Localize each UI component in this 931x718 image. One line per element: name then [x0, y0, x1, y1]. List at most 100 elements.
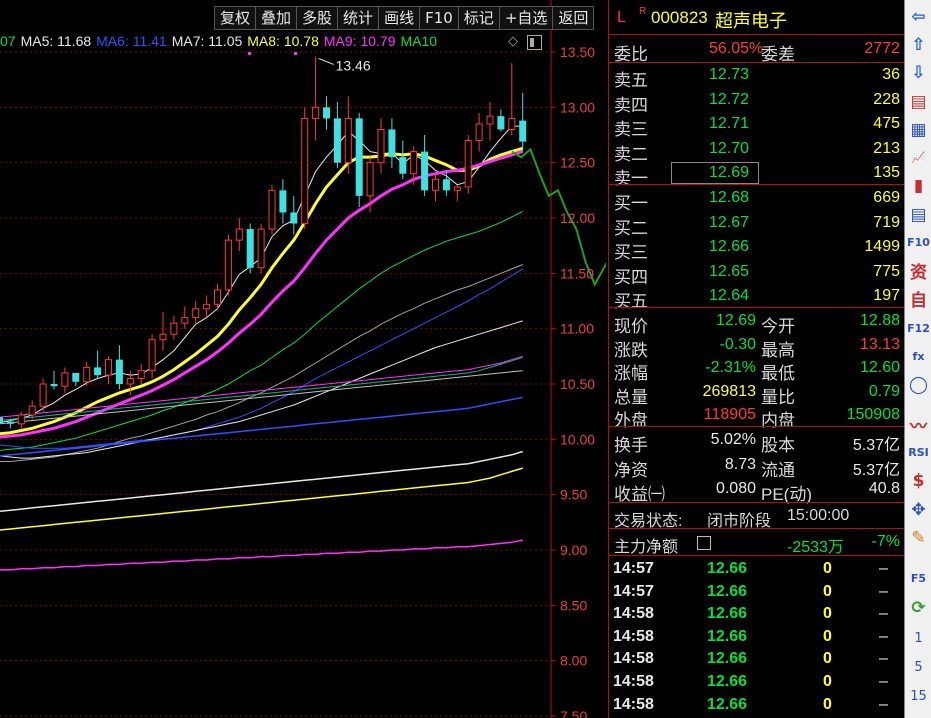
high-pointer: [318, 57, 334, 65]
circle-icon[interactable]: ◯: [908, 374, 929, 395]
tick-volume: 0: [823, 605, 832, 623]
main-force-list-icon[interactable]: [697, 536, 711, 550]
candle: [137, 364, 145, 384]
y-tick-label: 11.00: [560, 321, 594, 337]
candle-body: [192, 308, 200, 319]
toolbar-btn-8[interactable]: 返回: [553, 6, 595, 30]
f10-icon[interactable]: F10: [907, 232, 930, 253]
candle: [344, 96, 352, 174]
candle-body: [181, 317, 189, 324]
candle-body: [344, 117, 352, 164]
rsi-icon[interactable]: RSI: [908, 442, 929, 463]
bids-price: 12.65: [709, 262, 750, 280]
refresh-icon[interactable]: ⟳: [908, 597, 929, 618]
candle: [453, 184, 461, 202]
quote-row: 外盘 118905 内盘 150908: [609, 404, 904, 430]
quote-value: 118905: [703, 406, 756, 423]
self-select-icon[interactable]: 自: [908, 288, 929, 311]
high-annotation: 13.46: [248, 52, 371, 73]
panel-toggle-icon[interactable]: [527, 35, 542, 50]
kline-chart[interactable]: 13.50 13.00 12.50 12.00 11.50 11.00 10.50 10.00…: [0, 0, 606, 718]
toolbar-btn-6[interactable]: 标记: [458, 6, 500, 30]
grid-icon[interactable]: ▦: [908, 119, 929, 140]
tick-volume: 0: [823, 627, 832, 645]
stock-header: L R 000823 超声电子: [609, 0, 904, 34]
f12-icon[interactable]: F12: [907, 318, 930, 339]
asks-row[interactable]: 卖三 12.71 475: [609, 113, 904, 139]
tick-direction: –: [879, 560, 888, 577]
toolbar-btn-3[interactable]: 统计: [338, 6, 380, 30]
candle-body: [257, 228, 265, 269]
info-icon[interactable]: 资: [908, 260, 929, 283]
formula-icon[interactable]: fx: [908, 346, 929, 367]
quote-row: 涨幅 -2.31% 最低 12.60: [609, 357, 904, 383]
bids-label: 买三: [614, 243, 648, 262]
period-1[interactable]: 1: [908, 628, 929, 649]
candle-body: [17, 414, 25, 425]
bids-row[interactable]: 买五 12.64 197: [609, 285, 904, 311]
y-tick-label: 11.50: [560, 265, 594, 281]
bids-row[interactable]: 买二 12.67 719: [609, 212, 904, 238]
left-arrow-icon[interactable]: ⇦: [908, 6, 929, 27]
candle-body: [312, 106, 320, 119]
down-arrow-icon[interactable]: ⇩: [908, 62, 929, 83]
weibi-value: 56.05%: [709, 40, 764, 57]
y-tick-label: 12.50: [560, 155, 595, 171]
stock-code[interactable]: 000823: [651, 8, 708, 28]
wave-icon[interactable]: 〰: [908, 414, 929, 437]
bids-label: 买一: [614, 194, 648, 213]
tick-volume: 0: [823, 650, 832, 668]
quote-list-icon[interactable]: ▤: [908, 91, 929, 112]
fund-label: 净资: [614, 460, 648, 480]
up-arrow-icon[interactable]: ⇧: [908, 34, 929, 55]
pencil-icon[interactable]: ✎: [908, 527, 929, 548]
candle: [323, 96, 330, 130]
asks-row[interactable]: 卖一 12.69 135: [609, 162, 904, 188]
candle-body: [214, 289, 221, 305]
toolbar-btn-0[interactable]: 复权: [215, 6, 257, 30]
candle-body: [410, 151, 418, 175]
tick-price: 12.66: [707, 627, 748, 645]
period-5[interactable]: 5: [908, 657, 929, 678]
main-force-label: 主力净额: [614, 539, 679, 556]
toolbar-btn-5[interactable]: F10: [420, 6, 459, 30]
bids-row[interactable]: 买三 12.66 1499: [609, 236, 904, 262]
legend-options-icon[interactable]: ◇: [508, 34, 518, 49]
candle-body: [453, 186, 461, 191]
kline-icon[interactable]: ▮: [908, 175, 929, 196]
line-chart-icon[interactable]: 📈: [908, 147, 929, 168]
candle: [246, 223, 254, 274]
candle-body: [50, 384, 58, 387]
tick-row: 14:58 12.66 0 –: [609, 648, 904, 671]
asks-row[interactable]: 卖五 12.73 36: [609, 64, 904, 90]
candle-body: [279, 190, 287, 213]
toolbar-btn-1[interactable]: 叠加: [256, 6, 298, 30]
toolbar-btn-7[interactable]: +自选: [499, 6, 554, 30]
period-15[interactable]: 15: [908, 686, 929, 707]
bids-row[interactable]: 买一 12.68 669: [609, 187, 904, 213]
fund-value: 0.080: [715, 480, 756, 497]
candle-body: [224, 239, 232, 291]
candle-body: [421, 151, 429, 191]
move-icon[interactable]: ✥: [908, 499, 929, 520]
candle: [508, 63, 516, 135]
quote-value: 12.69: [715, 312, 756, 329]
asks-row[interactable]: 卖二 12.70 213: [609, 138, 904, 164]
candle-body: [388, 129, 396, 158]
quote-panel: L R 000823 超声电子 委比 56.05% 委差 2772 卖五 12.7…: [608, 0, 904, 718]
asks-label: 卖三: [614, 120, 648, 139]
toolbar-btn-2[interactable]: 多股: [297, 6, 339, 30]
tick-price: 12.66: [707, 560, 748, 577]
candle: [464, 135, 472, 194]
dollar-icon[interactable]: $: [908, 470, 929, 491]
report-icon[interactable]: ▤: [908, 204, 929, 225]
ma-legend-item: MA8: 10.78: [247, 33, 319, 49]
asks-row[interactable]: 卖四 12.72 228: [609, 89, 904, 115]
f5-icon[interactable]: F5: [908, 568, 929, 589]
bids-row[interactable]: 买四 12.65 775: [609, 261, 904, 287]
stock-name[interactable]: 超声电子: [715, 7, 787, 33]
candle: [72, 372, 80, 387]
candle-body: [28, 405, 36, 416]
toolbar-btn-4[interactable]: 画线: [379, 6, 421, 30]
bids-label: 买四: [614, 267, 648, 287]
